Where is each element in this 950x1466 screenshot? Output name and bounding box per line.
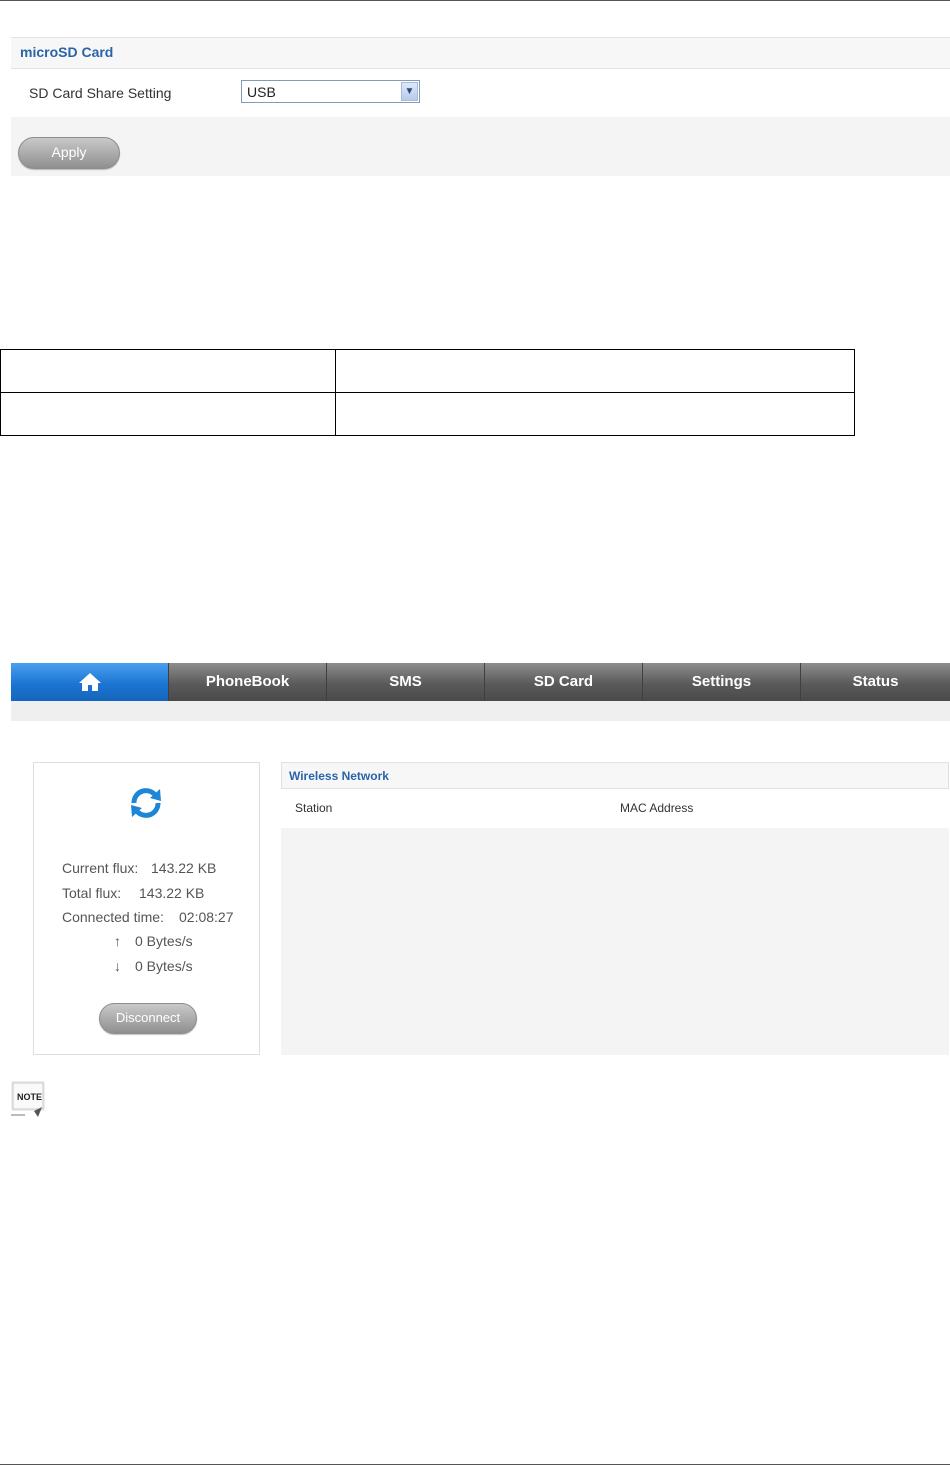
- table-cell: [335, 349, 855, 393]
- table-cell: [335, 392, 855, 436]
- column-station: Station: [295, 801, 333, 815]
- chevron-down-icon[interactable]: ▼: [401, 82, 418, 101]
- bottom-rule: [0, 1464, 950, 1465]
- upload-rate: 0 Bytes/s: [135, 933, 193, 949]
- top-rule: [0, 0, 950, 1]
- sd-share-setting-select[interactable]: USB ▼: [241, 80, 420, 103]
- main-nav: PhoneBook SMS SD Card Settings Status: [11, 663, 950, 701]
- wireless-station-list: [281, 828, 949, 1055]
- nav-settings[interactable]: Settings: [643, 663, 801, 701]
- microsd-title: microSD Card: [20, 44, 114, 60]
- nav-home[interactable]: [11, 663, 169, 701]
- note-label: NOTE: [17, 1092, 42, 1102]
- download-rate: 0 Bytes/s: [135, 958, 193, 974]
- microsd-panel-header: microSD Card: [11, 37, 950, 69]
- table-row: [0, 349, 855, 393]
- table-cell: [0, 349, 336, 393]
- nav-status[interactable]: Status: [801, 663, 950, 701]
- nav-subbar: [11, 701, 950, 721]
- refresh-icon: [131, 788, 161, 818]
- table-cell: [0, 392, 336, 436]
- connected-time-value: 02:08:27: [179, 909, 234, 925]
- total-flux-label: Total flux:: [62, 885, 122, 901]
- doc-table: [0, 349, 855, 436]
- disconnect-button[interactable]: Disconnect: [99, 1003, 197, 1034]
- nav-sms[interactable]: SMS: [327, 663, 485, 701]
- current-flux-label: Current flux:: [62, 860, 139, 876]
- total-flux-value: 143.22 KB: [139, 885, 205, 901]
- column-mac-address: MAC Address: [620, 801, 694, 815]
- connected-time-label: Connected time:: [62, 909, 164, 925]
- home-icon: [79, 673, 101, 691]
- current-flux-value: 143.22 KB: [151, 860, 217, 876]
- table-row: [0, 392, 855, 436]
- arrow-down-icon: ↓: [114, 958, 121, 974]
- wireless-network-header: Wireless Network: [281, 762, 949, 789]
- nav-sd-card[interactable]: SD Card: [485, 663, 643, 701]
- wireless-network-title: Wireless Network: [289, 769, 389, 783]
- arrow-up-icon: ↑: [114, 933, 121, 949]
- sd-share-setting-value: USB: [247, 84, 276, 100]
- note-icon: NOTE: [11, 1081, 45, 1117]
- sd-share-setting-label: SD Card Share Setting: [29, 85, 172, 101]
- nav-phonebook[interactable]: PhoneBook: [169, 663, 327, 701]
- apply-button[interactable]: Apply: [18, 137, 120, 169]
- connection-status-panel: Current flux: 143.22 KB Total flux: 143.…: [33, 762, 260, 1055]
- apply-bar: [11, 117, 950, 176]
